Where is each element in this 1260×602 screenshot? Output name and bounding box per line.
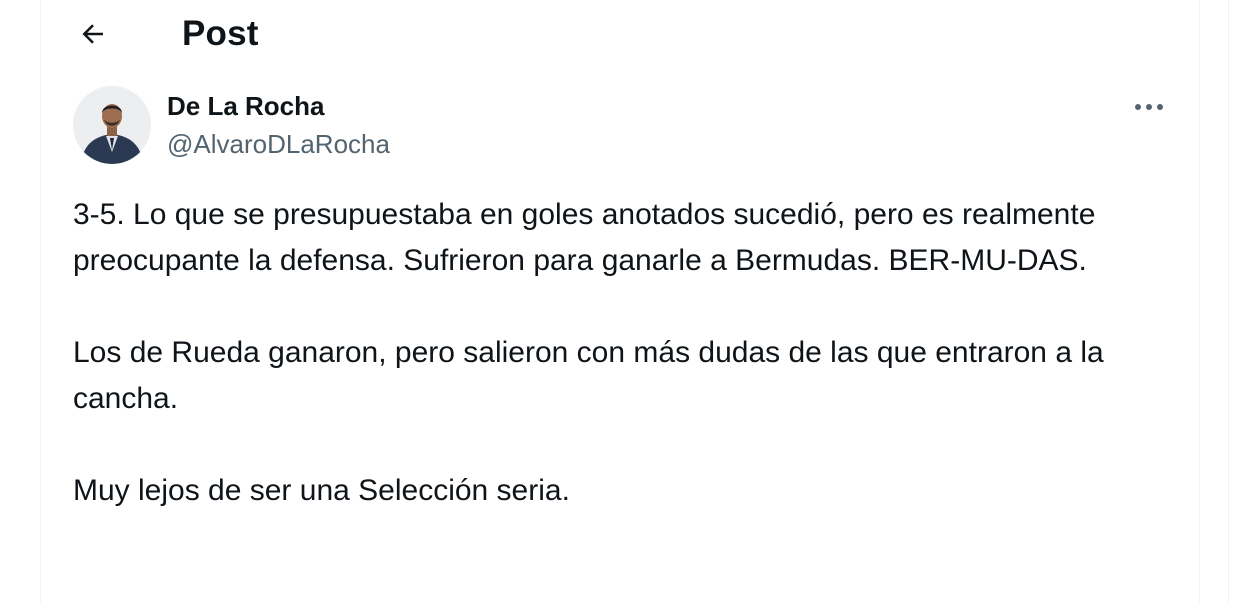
- arrow-left-icon: [82, 24, 103, 44]
- back-button[interactable]: [71, 12, 115, 56]
- post-column: Post De La Rocha @AlvaroDLaRocha 3-5. Lo…: [40, 0, 1200, 602]
- top-bar: Post: [41, 0, 1199, 66]
- author-handle[interactable]: @AlvaroDLaRocha: [167, 126, 390, 162]
- more-horizontal-icon: [1135, 104, 1163, 110]
- tweet-text: 3-5. Lo que se presupuestaba en goles an…: [73, 192, 1183, 514]
- author-name[interactable]: De La Rocha: [167, 88, 325, 124]
- tweet-paragraph: Muy lejos de ser una Selección seria.: [73, 474, 570, 507]
- tweet-paragraph: Los de Rueda ganaron, pero salieron con …: [73, 336, 1104, 415]
- page-title: Post: [182, 14, 259, 53]
- avatar-photo: [73, 86, 151, 164]
- tweet-paragraph: 3-5. Lo que se presupuestaba en goles an…: [73, 198, 1096, 277]
- avatar[interactable]: [73, 86, 151, 164]
- right-divider: [1228, 0, 1229, 602]
- page: Post De La Rocha @AlvaroDLaRocha 3-5. Lo…: [0, 0, 1260, 602]
- more-options-button[interactable]: [1129, 90, 1169, 124]
